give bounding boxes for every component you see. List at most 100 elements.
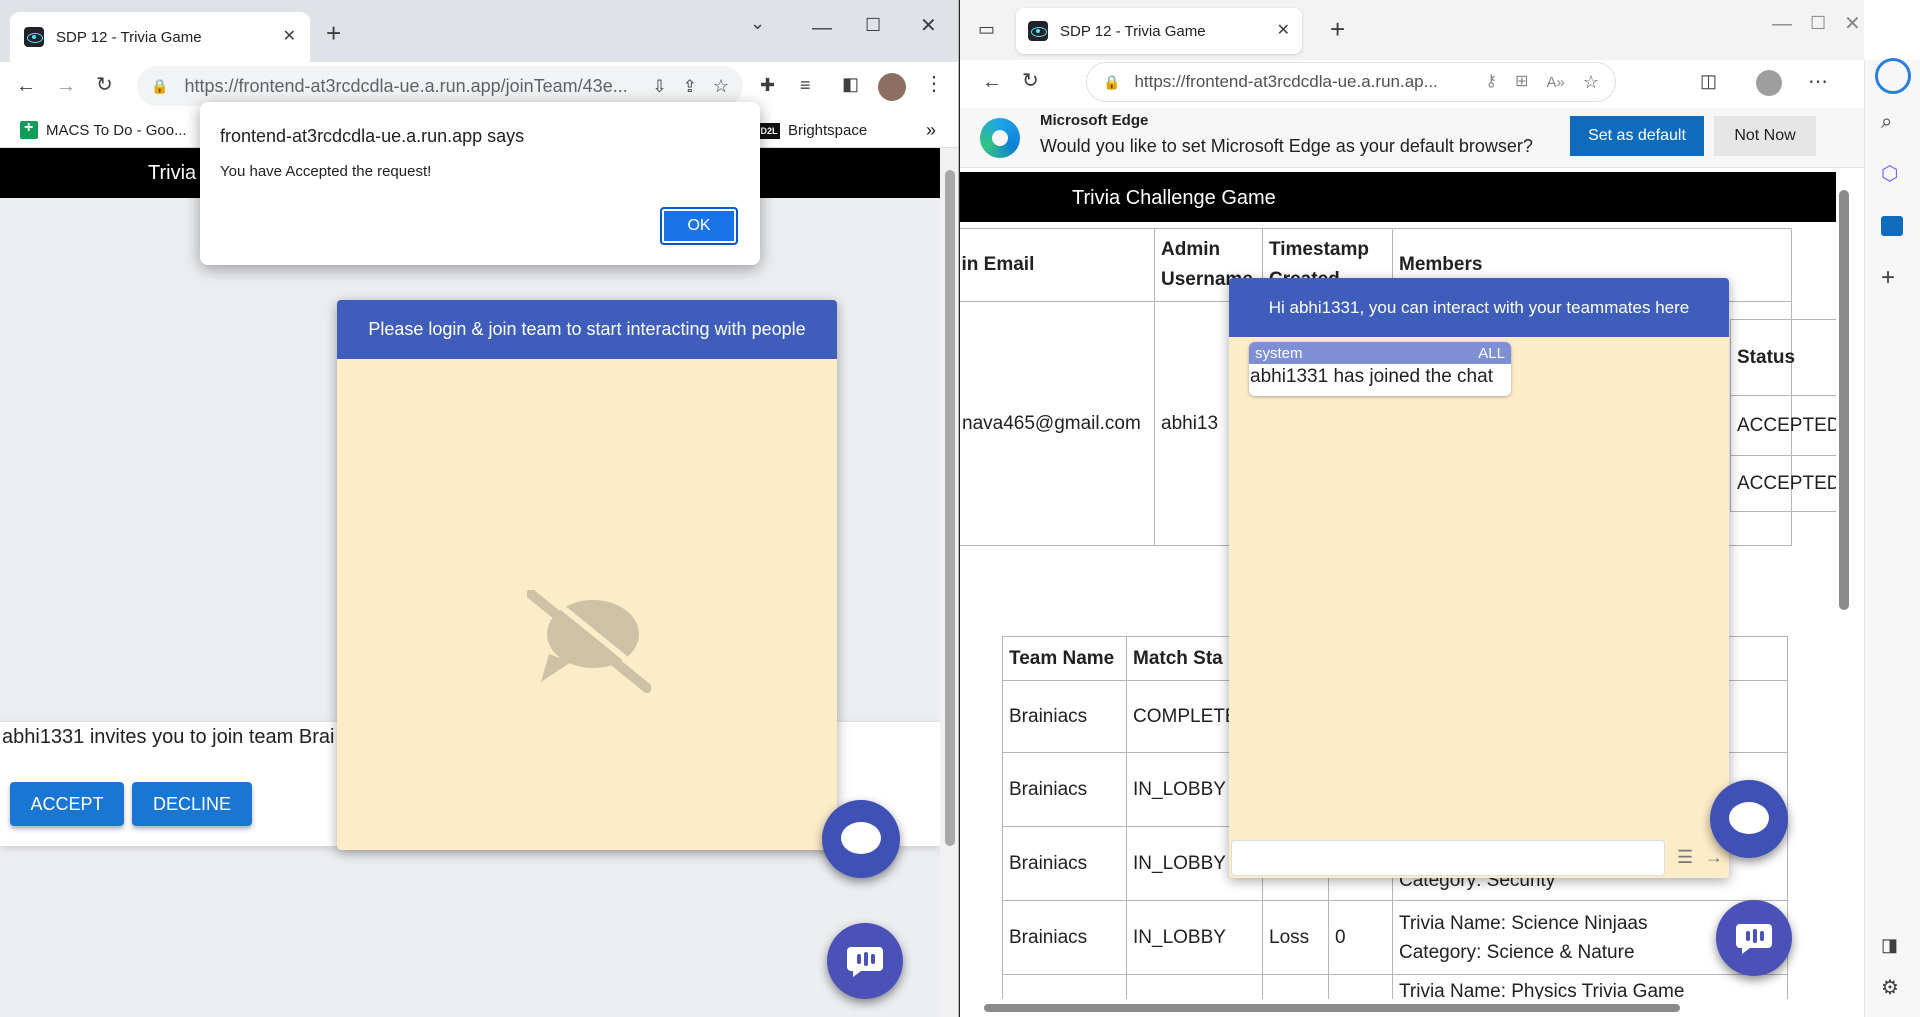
chat-fab-secondary[interactable] [1716, 900, 1792, 976]
edge-window: ▭ SDP 12 - Trivia Game ✕ + — ☐ ✕ ← ↻ 🔒 h… [960, 0, 1920, 1017]
tab-title: SDP 12 - Trivia Game [1060, 22, 1206, 40]
d2l-icon: D2L [758, 122, 780, 139]
favorite-icon[interactable]: ☆ [1583, 73, 1599, 91]
table-row: Trivia Name: Physics Trivia Game [1002, 974, 1788, 999]
scrollbar-thumb[interactable] [984, 1004, 1680, 1012]
tab-close-icon[interactable]: ✕ [283, 29, 296, 45]
browser-tab[interactable]: SDP 12 - Trivia Game ✕ [10, 12, 310, 62]
address-bar[interactable]: 🔒 https://frontend-at3rcdcdla-ue.a.run.a… [137, 66, 743, 106]
page-scrollbar[interactable] [940, 148, 958, 1017]
minimize-icon[interactable]: — [812, 18, 832, 38]
star-icon[interactable]: ☆ [713, 77, 729, 95]
forward-icon[interactable]: → [56, 76, 76, 96]
set-default-button[interactable]: Set as default [1570, 116, 1704, 156]
app-navbar: Trivia Challenge Game [960, 172, 1836, 222]
tab-title: SDP 12 - Trivia Game [56, 28, 202, 46]
new-tab-icon[interactable]: + [1330, 16, 1345, 42]
url-text: https://frontend-at3rcdcdla-ue.a.run.ap.… [1134, 72, 1438, 91]
menu-icon[interactable]: ⋮ [924, 74, 944, 94]
outlook-icon[interactable] [1881, 216, 1903, 236]
bookmark-label: Brightspace [788, 122, 868, 139]
chat-toggle-fab[interactable] [822, 800, 900, 878]
chat-bubble-icon [841, 822, 881, 854]
message-sender: system [1255, 344, 1303, 362]
send-icon[interactable]: → [1705, 848, 1723, 866]
banner-message: Would you like to set Microsoft Edge as … [1040, 136, 1533, 156]
tab-search-icon[interactable]: ⌄ [750, 14, 765, 32]
profile-avatar[interactable] [878, 73, 906, 101]
scrollbar-thumb[interactable] [1839, 190, 1849, 610]
chat-panel-header: Hi abhi1331, you can interact with your … [1229, 278, 1729, 337]
chat-fab-secondary[interactable] [827, 923, 903, 999]
profile-avatar[interactable] [1756, 70, 1782, 96]
col-email: in Email [960, 228, 1155, 302]
browser-tab[interactable]: SDP 12 - Trivia Game ✕ [1016, 8, 1302, 54]
bookmarks-overflow[interactable]: » [926, 120, 936, 141]
back-icon[interactable]: ← [982, 72, 1002, 92]
reload-icon[interactable]: ↻ [1022, 71, 1039, 91]
extensions-icon[interactable]: ✚ [760, 76, 775, 94]
address-bar[interactable]: 🔒 https://frontend-at3rcdcdla-ue.a.run.a… [1086, 62, 1616, 102]
back-icon[interactable]: ← [16, 76, 36, 96]
message-header: system ALL [1249, 342, 1511, 364]
add-icon[interactable]: + [1881, 266, 1895, 290]
edge-sidebar: ⌕ ⬡ + ◨ ⚙ [1864, 58, 1920, 1017]
cell-result: Loss [1262, 900, 1329, 975]
window-close-icon[interactable]: ✕ [920, 16, 937, 36]
new-tab-icon[interactable]: + [326, 20, 341, 46]
alert-ok-button[interactable]: OK [660, 207, 738, 245]
settings-icon[interactable]: ⚙ [1881, 978, 1899, 998]
cell-details: Trivia Name: Physics Trivia Game [1392, 974, 1788, 999]
horizontal-scrollbar[interactable] [960, 999, 1864, 1017]
not-now-button[interactable]: Not Now [1714, 116, 1816, 156]
bookmark-brightspace[interactable]: D2L Brightspace [758, 122, 867, 139]
status-cell: ACCEPTED [1730, 395, 1836, 456]
col-status: Status [1730, 319, 1836, 396]
bing-chat-icon[interactable] [1875, 58, 1911, 94]
side-panel-icon[interactable]: ◧ [842, 75, 859, 93]
maximize-icon[interactable]: ☐ [1810, 14, 1826, 32]
decline-button[interactable]: DECLINE [132, 782, 252, 826]
settings-more-icon[interactable]: ⋯ [1808, 72, 1828, 92]
search-icon[interactable]: ⌕ [1881, 112, 1892, 132]
toolbar: ← ↻ 🔒 https://frontend-at3rcdcdla-ue.a.r… [960, 60, 1864, 108]
navbar-brand[interactable]: Trivia Challenge Game [1072, 187, 1276, 210]
chat-message-input[interactable] [1231, 840, 1665, 876]
js-alert-dialog: frontend-at3rcdcdla-ue.a.run.app says Yo… [200, 102, 760, 265]
share-icon[interactable]: ⇪ [683, 78, 697, 95]
maximize-icon[interactable]: ☐ [865, 16, 881, 34]
chat-toggle-fab[interactable] [1710, 780, 1788, 858]
media-icon[interactable]: ≡ [800, 76, 811, 94]
read-aloud-icon[interactable]: A» [1547, 75, 1565, 90]
reload-icon[interactable]: ↻ [96, 75, 113, 95]
recipient-list-icon[interactable]: ☰ [1677, 848, 1693, 866]
navbar-brand[interactable]: Trivia [148, 162, 196, 185]
cell-team: Brainiacs [1002, 752, 1127, 827]
tab-actions-icon[interactable]: ▭ [978, 20, 995, 38]
minimize-icon[interactable]: — [1772, 14, 1792, 34]
sidebar-toggle-icon[interactable]: ◨ [1881, 936, 1898, 954]
tab-close-icon[interactable]: ✕ [1277, 23, 1290, 39]
cell-score [1328, 974, 1393, 999]
window-close-icon[interactable]: ✕ [1844, 14, 1861, 34]
table-row: Brainiacs IN_LOBBY Loss 0 Trivia Name: S… [1002, 900, 1788, 975]
tools-icon[interactable]: ⬡ [1881, 164, 1898, 184]
cell-score: 0 [1328, 900, 1393, 975]
scrollbar-thumb[interactable] [945, 170, 955, 846]
bookmark-macs[interactable]: MACS To Do - Goo... [20, 119, 187, 139]
split-screen-icon[interactable]: ◫ [1700, 72, 1717, 90]
install-icon[interactable]: ⇩ [652, 78, 666, 95]
banner-title: Microsoft Edge [1040, 112, 1149, 129]
cell-email: nava465@gmail.com [960, 301, 1155, 546]
cell-team: Brainiacs [1002, 826, 1127, 901]
cell-status [1126, 974, 1263, 999]
react-favicon-icon [1028, 21, 1048, 41]
apps-icon[interactable]: ⊞ [1515, 74, 1528, 90]
cell-result [1262, 974, 1329, 999]
accept-button[interactable]: ACCEPT [10, 782, 124, 826]
page-scrollbar[interactable] [1836, 168, 1852, 999]
edge-logo-icon [980, 118, 1020, 158]
cell-team: Brainiacs [1002, 680, 1127, 753]
key-icon[interactable]: ⚷ [1485, 74, 1497, 90]
page-content: Trivia abhi1331 invites you to join team… [0, 148, 940, 1017]
